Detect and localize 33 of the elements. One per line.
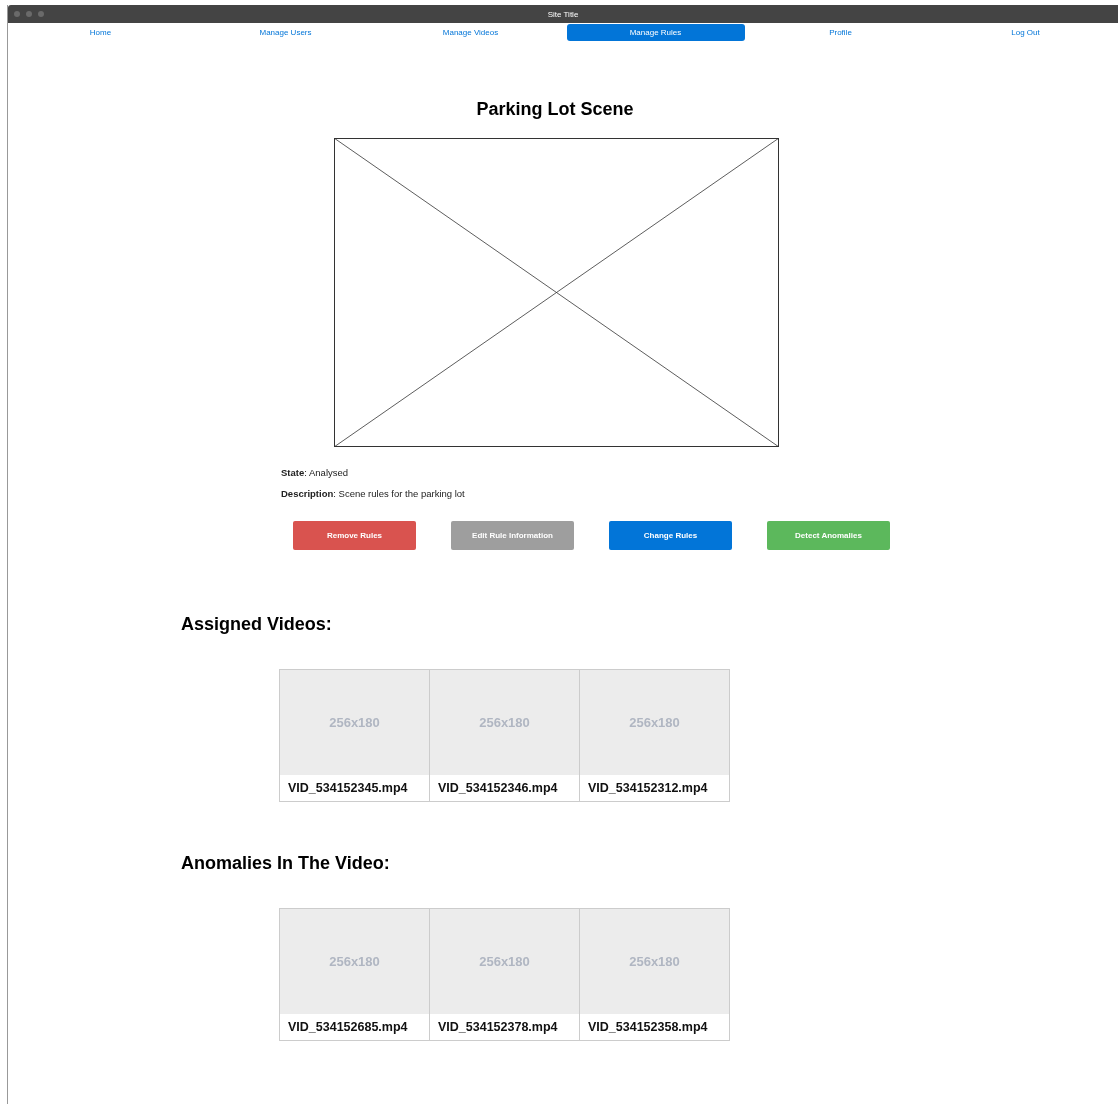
window-title: Site Title — [547, 9, 579, 19]
video-name: VID_534152378.mp4 — [437, 1019, 559, 1036]
thumbnail-size-text: 256x180 — [479, 954, 530, 969]
nav-link[interactable]: Profile — [809, 24, 872, 41]
video-name: VID_534152312.mp4 — [587, 780, 709, 797]
action-button[interactable]: Remove Rules — [293, 521, 416, 550]
video-card[interactable]: 256x180 VID_534152346.mp4 — [429, 670, 579, 801]
video-name: VID_534152346.mp4 — [437, 780, 559, 797]
section-heading: Anomalies In The Video: — [181, 852, 391, 874]
action-button[interactable]: Edit Rule Information — [451, 521, 574, 550]
video-card[interactable]: 256x180 VID_534152358.mp4 — [579, 909, 729, 1040]
section-heading: Assigned Videos: — [181, 613, 333, 635]
video-name: VID_534152345.mp4 — [287, 780, 409, 797]
state-text: State: Analysed — [281, 467, 350, 479]
nav-link[interactable]: Manage Users — [239, 24, 332, 41]
nav-link[interactable]: Manage Rules — [566, 24, 745, 41]
nav-link[interactable]: Log Out — [991, 24, 1060, 41]
thumbnail-size-text: 256x180 — [629, 715, 680, 730]
video-name: VID_534152685.mp4 — [287, 1019, 409, 1036]
page-title: Parking Lot Scene — [475, 98, 635, 120]
description-text: Description: Scene rules for the parking lot — [281, 488, 466, 500]
video-card[interactable]: 256x180 VID_534152685.mp4 — [280, 909, 429, 1040]
video-card[interactable]: 256x180 VID_534152378.mp4 — [429, 909, 579, 1040]
thumbnail-size-text: 256x180 — [629, 954, 680, 969]
video-card[interactable]: 256x180 VID_534152312.mp4 — [579, 670, 729, 801]
thumbnail-size-text: 256x180 — [329, 954, 380, 969]
video-name: VID_534152358.mp4 — [587, 1019, 709, 1036]
action-button[interactable]: Change Rules — [609, 521, 732, 550]
nav-link[interactable]: Manage Videos — [422, 24, 519, 41]
thumbnail-size-text: 256x180 — [479, 715, 530, 730]
video-card[interactable]: 256x180 VID_534152345.mp4 — [280, 670, 429, 801]
thumbnail-size-text: 256x180 — [329, 715, 380, 730]
nav-link[interactable]: Home — [69, 24, 132, 41]
